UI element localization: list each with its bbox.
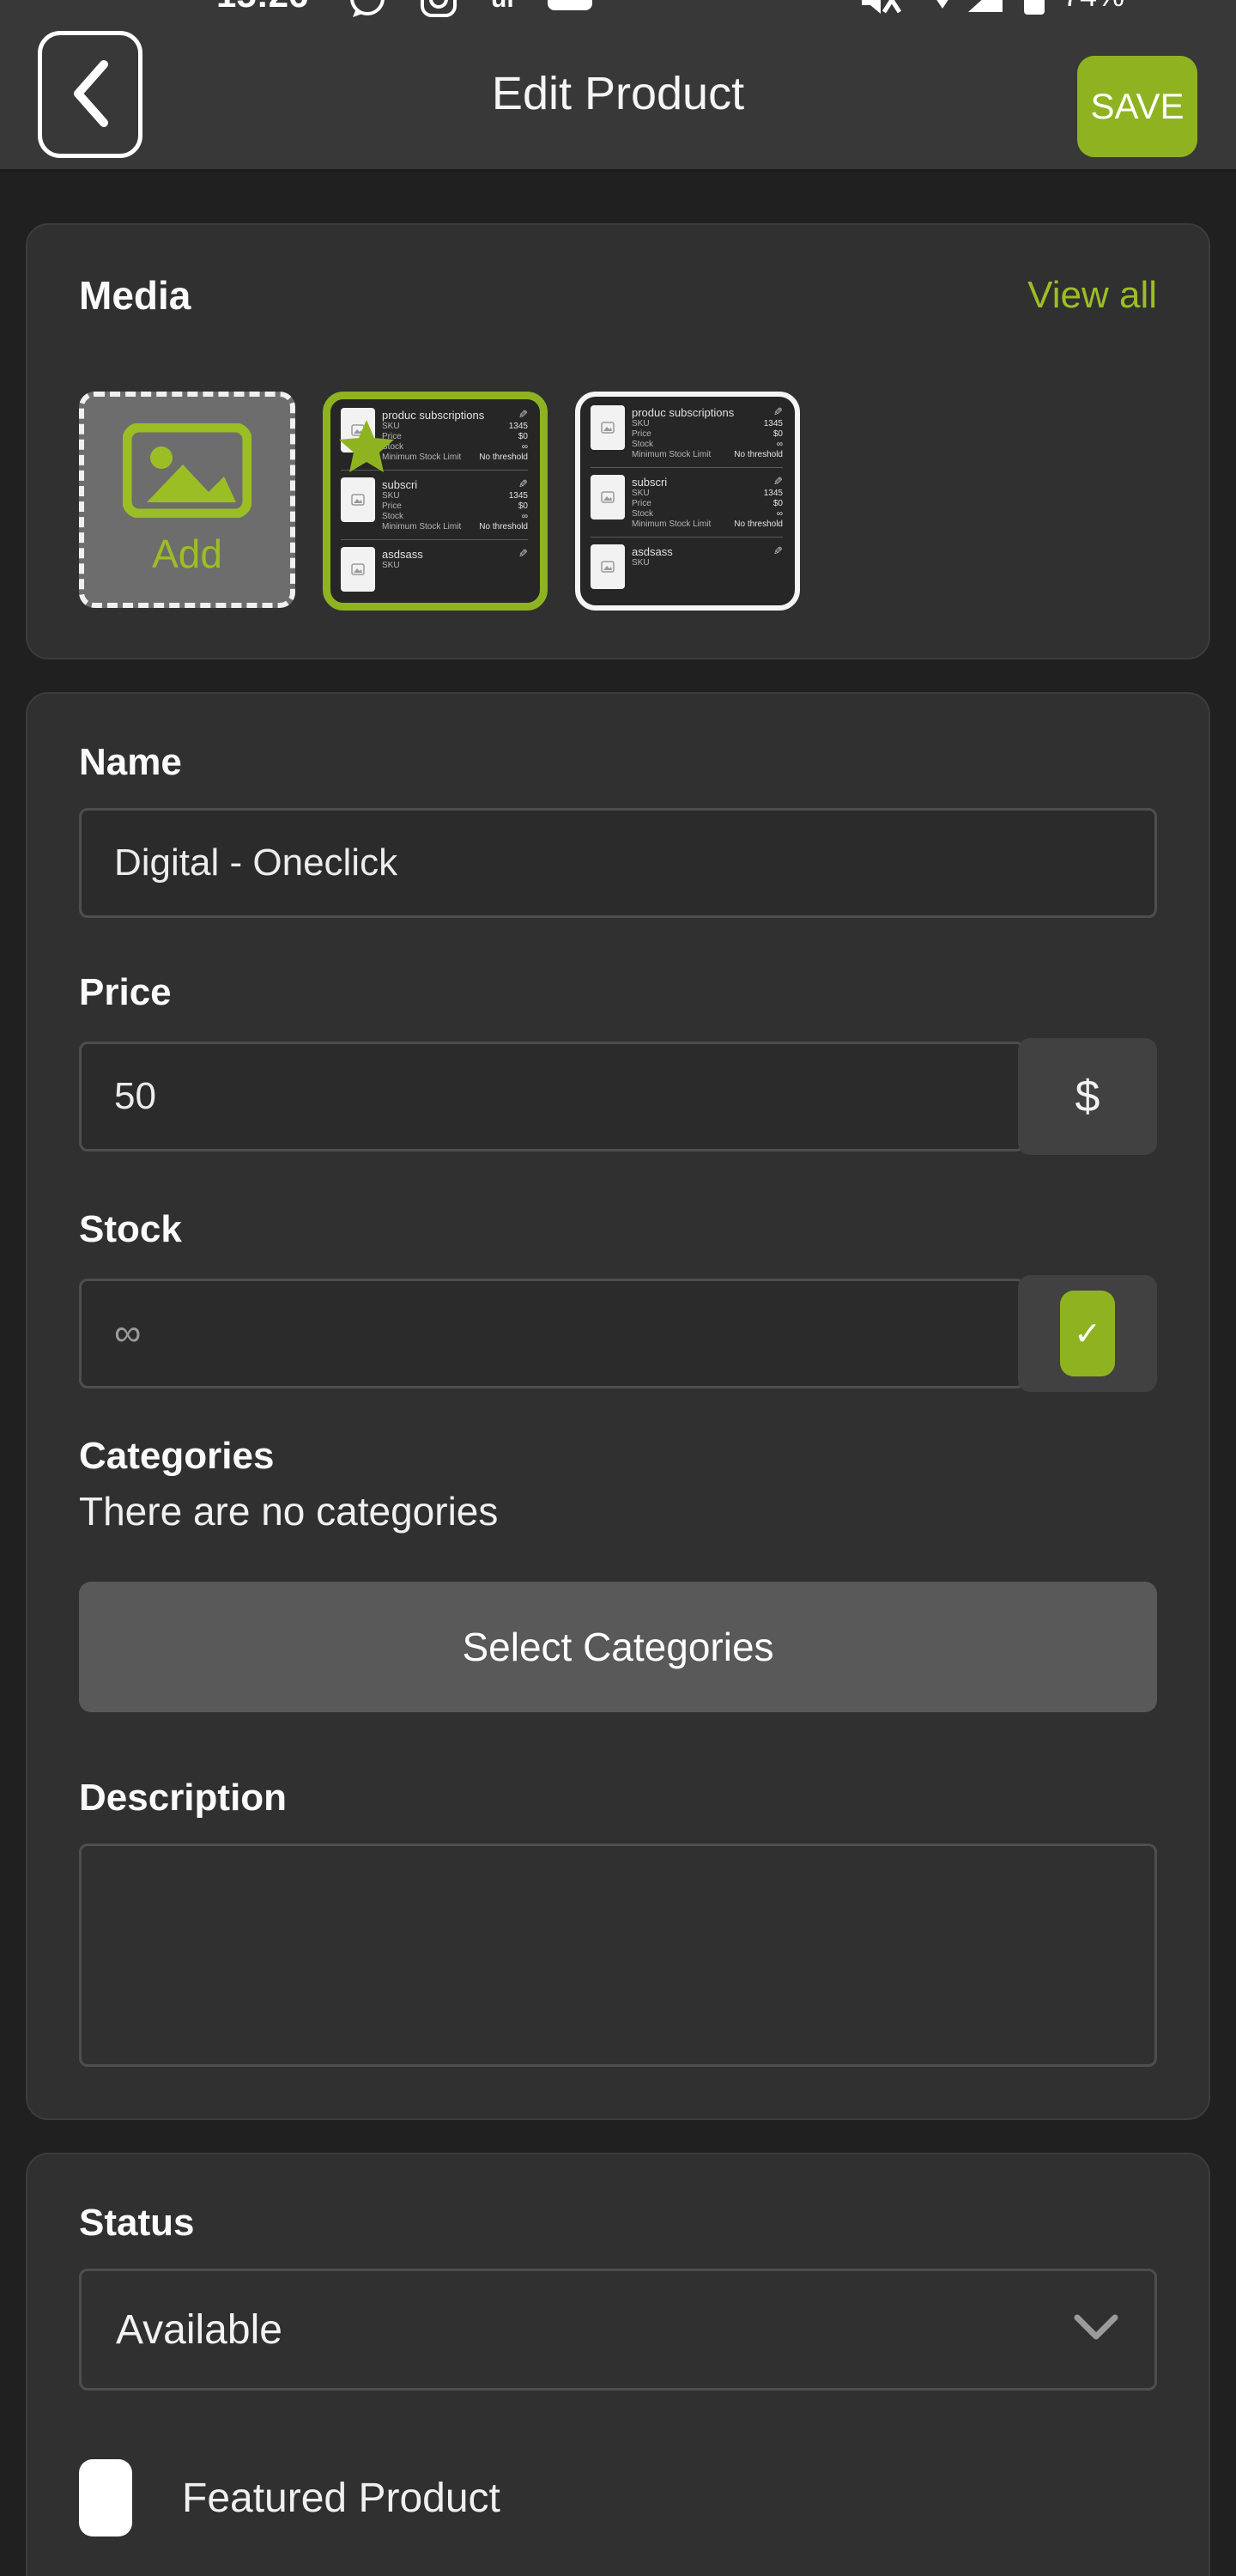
stock-input[interactable] [79,1279,1025,1388]
mini-field: Price$0 [632,499,783,509]
app-header: Edit Product SAVE [0,17,1236,172]
status-select[interactable]: Available [79,2269,1157,2391]
thumbnail-preview: produc subscriptions✎SKU1345Price$0Stock… [580,397,795,589]
dollar-sign: $ [1075,1071,1100,1122]
battery-percent: 74% [1063,0,1124,14]
mini-field: SKU1345 [382,422,528,432]
mini-product-row: subscri ✎SKU1345Price$0Stock∞Minimum Stoc… [341,477,528,532]
price-input[interactable] [79,1042,1025,1151]
add-media-label: Add [152,531,222,577]
mini-product-image [341,477,375,522]
mini-divider [591,467,783,468]
mini-divider [341,539,528,540]
pencil-icon: ✎ [518,408,528,422]
price-label: Price [79,971,1157,1014]
status-select-value: Available [116,2306,1072,2354]
status-card: Status Available Featured Product ✓ Enab… [26,2153,1210,2576]
select-categories-button[interactable]: Select Categories [79,1582,1157,1712]
mini-product-row: asdsass ✎SKU [341,547,528,592]
featured-product-label: Featured Product [182,2475,500,2522]
currency-button[interactable]: $ [1018,1038,1157,1155]
mini-field: Price$0 [382,432,528,442]
mini-field: Minimum Stock LimitNo threshold [632,519,783,530]
description-input[interactable] [79,1844,1157,2067]
app-letters-icon: ul [491,0,514,14]
pencil-icon: ✎ [518,477,528,491]
mini-field: Price$0 [382,501,528,512]
signal-icon [968,0,1003,16]
mini-field: Minimum Stock LimitNo threshold [632,450,783,460]
mini-product-row: subscri ✎SKU1345Price$0Stock∞Minimum Stoc… [591,475,783,530]
media-title: Media [79,272,191,319]
view-all-link[interactable]: View all [1027,274,1157,317]
mini-product-image [591,475,625,519]
mini-field: Stock∞ [632,440,783,450]
description-label: Description [79,1777,1157,1820]
mini-field: SKU1345 [632,419,783,429]
mini-field: SKU1345 [382,491,528,501]
battery-icon [1023,0,1045,17]
name-label: Name [79,741,1157,784]
check-icon: ✓ [1060,1291,1115,1376]
media-thumbnail-selected[interactable]: produc subscriptions✎SKU1345Price$0Stock… [323,392,548,611]
featured-product-row: Featured Product [79,2459,1157,2537]
chevron-down-icon [1072,2312,1120,2348]
screenshot-icon [548,0,592,10]
mini-product-row: asdsass ✎SKU [591,544,783,589]
mini-product-image [341,547,375,592]
categories-empty-text: There are no categories [79,1488,1157,1534]
star-icon [339,420,394,477]
mini-product-row: produc subscriptions ✎SKU1345Price$0Stock… [591,405,783,460]
mini-product-image [591,405,625,450]
media-thumbnail[interactable]: produc subscriptions✎SKU1345Price$0Stock… [575,392,800,611]
add-media-button[interactable]: Add [79,392,295,608]
mini-field: Price$0 [632,429,783,440]
mini-product-name: subscri [632,476,667,489]
mini-field: Stock∞ [382,512,528,522]
media-card: Media View all Add produc subscriptions ✎… [26,223,1210,659]
stock-unlimited-toggle[interactable]: ✓ [1018,1275,1157,1392]
mini-field: Stock∞ [632,509,783,519]
mini-field: Minimum Stock LimitNo threshold [382,453,528,463]
mini-product-name: asdsass [632,545,673,558]
status-time: 15:26 [216,0,308,15]
stock-label: Stock [79,1208,1157,1251]
pencil-icon: ✎ [773,544,783,558]
categories-label: Categories [79,1435,1157,1478]
mini-divider [591,537,783,538]
mini-field: SKU1345 [632,489,783,499]
mini-product-name: asdsass [382,548,423,561]
save-button[interactable]: SAVE [1077,56,1197,157]
status-label: Status [79,2202,1157,2245]
mini-product-name: produc subscriptions [632,406,734,419]
mini-product-name: produc subscriptions [382,409,484,422]
content: Media View all Add produc subscriptions ✎… [0,223,1236,2576]
instagram-icon [419,0,458,17]
mute-icon [858,0,903,17]
mini-product-image [591,544,625,589]
status-bar: 15:26 ul 74% [0,0,1236,17]
whatsapp-icon [348,0,387,17]
image-icon [123,423,251,522]
name-input[interactable] [79,808,1157,918]
mini-product-name: subscri [382,478,417,491]
pencil-icon: ✎ [518,547,528,561]
page-title: Edit Product [0,67,1236,120]
pencil-icon: ✎ [773,405,783,419]
mini-field: Minimum Stock LimitNo threshold [382,522,528,532]
mini-field: Stock∞ [382,442,528,453]
product-form-card: Name Price $ Stock ✓ Categories There ar… [26,692,1210,2120]
mini-field: SKU [382,561,528,571]
wifi-icon [925,0,960,16]
featured-product-checkbox[interactable] [79,2459,132,2537]
mini-field: SKU [632,558,783,568]
pencil-icon: ✎ [773,475,783,489]
